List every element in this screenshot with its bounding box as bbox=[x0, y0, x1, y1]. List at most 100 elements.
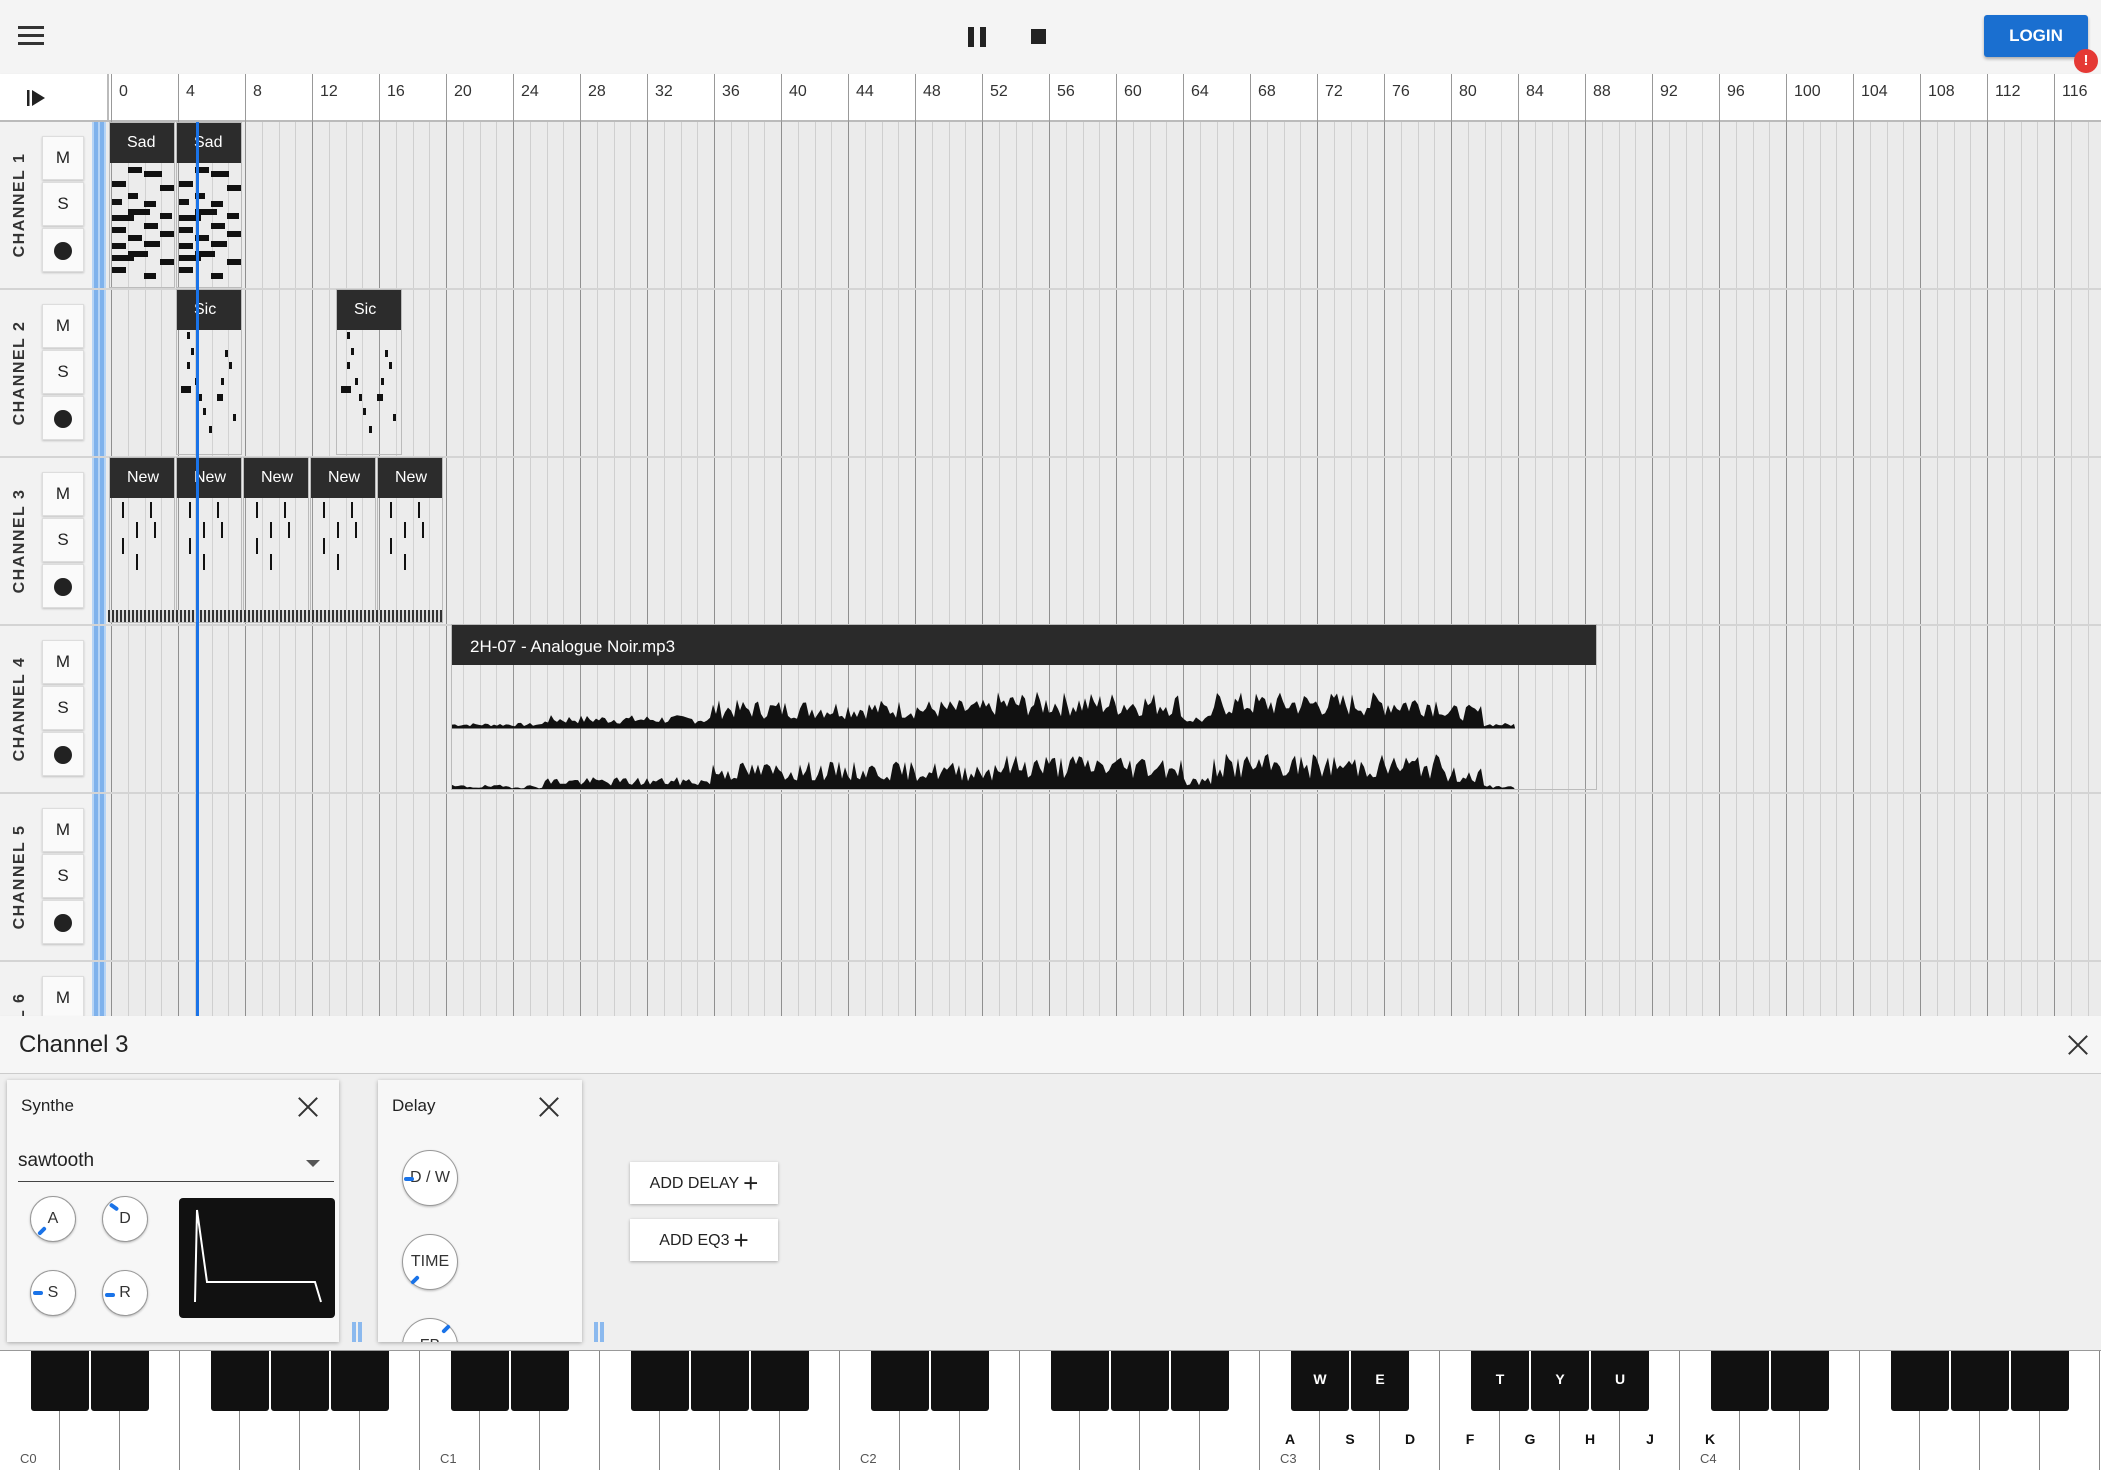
record-arm-button[interactable] bbox=[42, 900, 84, 944]
time-knob[interactable]: TIME bbox=[402, 1234, 458, 1290]
midi-note bbox=[227, 213, 239, 219]
black-key[interactable] bbox=[931, 1351, 989, 1411]
midi-clip[interactable]: New bbox=[243, 457, 309, 623]
midi-clip[interactable]: Sad bbox=[176, 122, 242, 288]
decay-knob[interactable]: D bbox=[102, 1196, 148, 1242]
channel-label[interactable]: CHANNEL 5 bbox=[0, 794, 40, 960]
dry-wet-knob[interactable]: D / W bbox=[402, 1150, 458, 1206]
black-key[interactable] bbox=[91, 1351, 149, 1411]
midi-clip[interactable]: New bbox=[176, 457, 242, 623]
solo-button[interactable]: S bbox=[42, 518, 84, 562]
close-delay-icon[interactable] bbox=[538, 1096, 560, 1118]
close-panel-icon[interactable] bbox=[2067, 1034, 2089, 1056]
channel-label[interactable]: CHANNEL 2 bbox=[0, 290, 40, 456]
grid-line bbox=[1250, 122, 1251, 1016]
audio-clip[interactable]: 2H-07 - Analogue Noir.mp3 bbox=[451, 624, 1597, 790]
ruler-tick bbox=[1719, 74, 1720, 122]
attack-knob[interactable]: A bbox=[30, 1196, 76, 1242]
device-splitter[interactable] bbox=[352, 1080, 366, 1342]
black-key[interactable] bbox=[1951, 1351, 2009, 1411]
record-arm-button[interactable] bbox=[42, 396, 84, 440]
black-key[interactable] bbox=[451, 1351, 509, 1411]
mute-button[interactable]: M bbox=[42, 808, 84, 852]
track-divider bbox=[0, 792, 2101, 794]
ruler-tick bbox=[446, 74, 447, 122]
black-key[interactable] bbox=[31, 1351, 89, 1411]
midi-clip[interactable]: Sic bbox=[336, 289, 402, 455]
record-arm-button[interactable] bbox=[42, 228, 84, 272]
black-key[interactable] bbox=[511, 1351, 569, 1411]
playhead[interactable] bbox=[196, 122, 199, 1016]
channel-label[interactable]: CHANNEL 4 bbox=[0, 626, 40, 792]
mute-button[interactable]: M bbox=[42, 472, 84, 516]
level-meter bbox=[92, 794, 106, 960]
midi-note bbox=[355, 522, 357, 538]
black-key[interactable] bbox=[1111, 1351, 1169, 1411]
menu-icon[interactable] bbox=[18, 26, 44, 46]
channel-name: CHANNEL 3 bbox=[11, 488, 28, 594]
release-knob[interactable]: R bbox=[102, 1270, 148, 1316]
black-key[interactable] bbox=[2011, 1351, 2069, 1411]
solo-button[interactable]: S bbox=[42, 854, 84, 898]
black-key[interactable] bbox=[1051, 1351, 1109, 1411]
stop-icon[interactable] bbox=[1031, 29, 1046, 44]
add-eq3-button[interactable]: ADD EQ3 + bbox=[630, 1219, 778, 1261]
timeline-ruler[interactable]: 0 4 8 12 16 20 24 28 32 36 40 44 48 52 56 60 64 68 72 76 80 8… bbox=[0, 74, 2101, 122]
record-arm-button[interactable] bbox=[42, 564, 84, 608]
solo-button[interactable]: S bbox=[42, 686, 84, 730]
midi-clip[interactable]: New bbox=[109, 457, 175, 623]
channel-label[interactable]: CHANNEL 1 bbox=[0, 122, 40, 288]
solo-button[interactable]: S bbox=[42, 182, 84, 226]
add-delay-button[interactable]: ADD DELAY + bbox=[630, 1162, 778, 1204]
sustain-knob[interactable]: S bbox=[30, 1270, 76, 1316]
feedback-knob[interactable]: FB bbox=[402, 1318, 458, 1342]
solo-button[interactable]: S bbox=[42, 350, 84, 394]
black-key[interactable] bbox=[271, 1351, 329, 1411]
midi-clip[interactable]: New bbox=[310, 457, 376, 623]
midi-note bbox=[377, 394, 383, 401]
envelope-display[interactable] bbox=[179, 1198, 335, 1318]
black-key[interactable] bbox=[1771, 1351, 1829, 1411]
grid-line bbox=[1015, 122, 1017, 1016]
mute-button[interactable]: M bbox=[42, 136, 84, 180]
black-key[interactable] bbox=[1171, 1351, 1229, 1411]
black-key[interactable] bbox=[751, 1351, 809, 1411]
channel-label[interactable]: CHANNEL 3 bbox=[0, 458, 40, 624]
midi-note bbox=[256, 538, 258, 554]
grid-line bbox=[1116, 122, 1117, 1016]
piano-keyboard[interactable]: C0 C1 C2 C3 C4 A S D F G H J K W E T Y U bbox=[0, 1350, 2101, 1470]
grid-line bbox=[1769, 122, 1771, 1016]
midi-clip[interactable]: Sic bbox=[176, 289, 242, 455]
ruler-label: 76 bbox=[1392, 83, 1410, 100]
grid-line bbox=[915, 122, 916, 1016]
delay-title: Delay bbox=[392, 1096, 436, 1115]
clip-resize-strip[interactable] bbox=[108, 610, 442, 622]
midi-note bbox=[211, 273, 223, 279]
grid-line bbox=[630, 122, 632, 1016]
close-synth-icon[interactable] bbox=[297, 1096, 319, 1118]
black-key[interactable] bbox=[631, 1351, 689, 1411]
grid-line bbox=[814, 122, 816, 1016]
mute-button[interactable]: M bbox=[42, 640, 84, 684]
device-splitter[interactable] bbox=[594, 1080, 608, 1342]
mute-button[interactable]: M bbox=[42, 304, 84, 348]
midi-clip[interactable]: New bbox=[377, 457, 443, 623]
black-key[interactable] bbox=[691, 1351, 749, 1411]
record-arm-button[interactable] bbox=[42, 732, 84, 776]
black-key[interactable] bbox=[211, 1351, 269, 1411]
play-from-start-icon[interactable] bbox=[26, 88, 46, 108]
black-key[interactable] bbox=[331, 1351, 389, 1411]
black-key[interactable] bbox=[1891, 1351, 1949, 1411]
black-key[interactable] bbox=[1711, 1351, 1769, 1411]
midi-clip[interactable]: Sad bbox=[109, 122, 175, 288]
login-button[interactable]: LOGIN bbox=[1984, 15, 2088, 57]
channel-label[interactable]: CHANNEL 6 bbox=[0, 962, 40, 1016]
black-key[interactable] bbox=[871, 1351, 929, 1411]
midi-note bbox=[144, 273, 156, 279]
waveform-select[interactable]: sawtooth bbox=[18, 1142, 334, 1182]
mute-button[interactable]: M bbox=[42, 976, 84, 1016]
clip-title: Sic bbox=[177, 290, 241, 330]
midi-note bbox=[112, 181, 126, 187]
arrangement-view[interactable]: CHANNEL 1 M S CHANNEL 2 M S CHANNEL 3 M S CHANNEL… bbox=[0, 122, 2101, 1016]
pause-icon[interactable] bbox=[968, 27, 988, 47]
